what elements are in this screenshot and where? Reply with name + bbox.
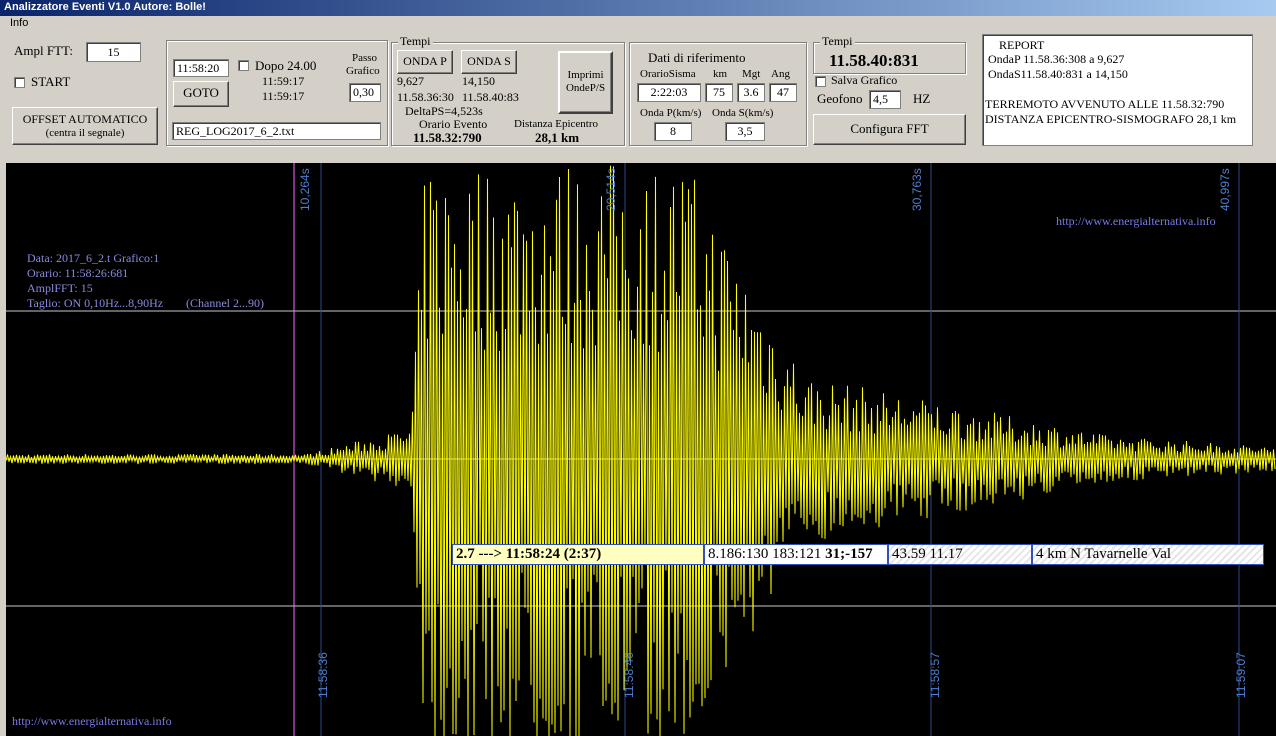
report-line4: DISTANZA EPICENTRO-SISMOGRAFO 28,1 km (985, 112, 1237, 126)
tempi-display-title: Tempi (820, 34, 855, 48)
configura-fft-button[interactable]: Configura FFT (813, 114, 966, 145)
event-latlon: 43.59 11.17 (892, 546, 963, 562)
onda-s-kms-label: Onda S(km/s) (712, 107, 774, 119)
p-value: 9,627 (397, 74, 424, 88)
dopo-label: Dopo 24.00 (255, 58, 317, 73)
mgt-input[interactable]: 3.6 (737, 83, 765, 102)
time-b: 11:59:17 (262, 89, 305, 103)
ang-input[interactable]: 47 (769, 83, 797, 102)
passo-label-2: Grafico (346, 65, 380, 77)
top-tick-4: 40,997s (1218, 168, 1232, 211)
imprimi-line2: OndeP/S (565, 82, 606, 94)
onda-p-button[interactable]: ONDA P (397, 50, 453, 74)
title-bar: Analizzatore Eventi V1.0 Autore: Bolle! (0, 0, 1276, 16)
top-tick-2: 20,514s (604, 168, 618, 211)
imprimi-line1: Imprimi (567, 69, 604, 81)
passo-input[interactable]: 0,30 (349, 83, 381, 102)
url-bottom[interactable]: http://www.energialternativa.info (12, 714, 172, 729)
start-checkbox[interactable] (14, 77, 25, 88)
col-km: km (713, 68, 728, 80)
event-coords-a: 8.186:130 183:121 (708, 546, 822, 562)
orario-evento-value: 11.58.32:790 (413, 130, 482, 145)
event-place-cell[interactable]: 4 km N Tavarnelle Val (1032, 544, 1264, 565)
orario-sisma-input[interactable]: 2:22:03 (637, 83, 701, 102)
passo-label-1: Passo (352, 52, 378, 64)
info-ampl: AmplFFT: 15 (27, 281, 93, 295)
dopo-checkbox[interactable] (238, 60, 249, 71)
info-orario: Orario: 11:58:26:681 (27, 266, 129, 280)
p-time: 11.58.36:30 (397, 90, 454, 104)
info-taglio: Taglio: ON 0,10Hz...8,90Hz (27, 296, 164, 310)
col-ang: Ang (771, 68, 790, 80)
onda-s-kms-input[interactable]: 3,5 (725, 122, 765, 141)
onda-s-button[interactable]: ONDA S (461, 50, 517, 74)
ampl-fft-input[interactable]: 15 (86, 42, 141, 62)
imprimi-button[interactable]: Imprimi OndeP/S (558, 51, 613, 114)
seismograph-plot[interactable]: 10,264s 20,514s 30,763s 40,997s 11:58:36… (6, 163, 1276, 736)
km-input[interactable]: 75 (705, 83, 733, 102)
bottom-tick-3: 11:58:57 (928, 652, 942, 698)
goto-button[interactable]: GOTO (173, 81, 229, 107)
event-mag-prefix: 2.7 ---> (456, 546, 503, 562)
col-mgt: Mgt (742, 68, 761, 80)
url-top[interactable]: http://www.energialternativa.info (1056, 214, 1216, 229)
event-coords-b: 31;-157 (825, 546, 873, 562)
riferimento-title: Dati di riferimento (648, 50, 746, 65)
report-line1: OndaP 11.58.36:308 a 9,627 (988, 52, 1125, 66)
col-orario: OrarioSisma (640, 68, 696, 80)
bottom-tick-2: 11:58:46 (622, 652, 636, 698)
file-input[interactable]: REG_LOG2017_6_2.txt (172, 122, 381, 140)
salva-grafico-checkbox[interactable] (815, 76, 826, 87)
offset-line2: (centra il segnale) (45, 127, 125, 139)
s-value: 14,150 (462, 74, 495, 88)
event-coords-cell[interactable]: 8.186:130 183:121 31;-157 (704, 544, 888, 565)
bottom-tick-1: 11:58:36 (316, 652, 330, 698)
seismograph-canvas (6, 163, 1276, 736)
report-line2: OndaS11.58.40:831 a 14,150 (988, 67, 1128, 81)
onda-p-kms-label: Onda P(km/s) (640, 107, 702, 119)
info-channel: (Channel 2...90) (186, 296, 264, 310)
top-tick-1: 10,264s (298, 168, 312, 211)
tempi-group-title: Tempi (398, 34, 433, 48)
top-tick-3: 30,763s (910, 168, 924, 211)
bottom-tick-4: 11:59:07 (1234, 652, 1248, 698)
seismic-trace (6, 165, 1276, 736)
offset-line1: OFFSET AUTOMATICO (22, 112, 148, 126)
time-input[interactable]: 11:58:20 (173, 59, 229, 77)
hz-label: HZ (913, 91, 931, 106)
menu-bar: Info (0, 16, 1276, 32)
distanza-value: 28,1 km (535, 130, 580, 145)
event-time: 11:58:24 (2:37) (505, 546, 602, 562)
salva-grafico-label: Salva Grafico (831, 73, 898, 87)
event-place: 4 km N Tavarnelle Val (1036, 546, 1172, 562)
event-latlon-cell[interactable]: 43.59 11.17 (888, 544, 1032, 565)
ampl-fft-label: Ampl FTT: (14, 43, 73, 58)
report-box: REPORT OndaP 11.58.36:308 a 9,627 OndaS1… (982, 34, 1253, 146)
s-time: 11.58.40:83 (462, 90, 519, 104)
onda-p-kms-input[interactable]: 8 (654, 122, 692, 141)
report-title: REPORT (999, 38, 1045, 52)
window-title: Analizzatore Eventi V1.0 Autore: Bolle! (4, 1, 206, 13)
start-label: START (31, 74, 71, 89)
menu-info[interactable]: Info (10, 17, 28, 29)
report-line3: TERREMOTO AVVENUTO ALLE 11.58.32:790 (985, 97, 1225, 111)
offset-automatico-button[interactable]: OFFSET AUTOMATICO (centra il segnale) (12, 107, 158, 145)
tempi-display-value: 11.58.40:831 (829, 51, 919, 70)
info-data: Data: 2017_6_2.t Grafico:1 (27, 251, 160, 265)
time-a: 11:59:17 (262, 74, 305, 88)
event-magnitude-cell[interactable]: 2.7 ---> 11:58:24 (2:37) (452, 544, 704, 565)
geofono-input[interactable]: 4,5 (869, 90, 901, 109)
geofono-label: Geofono (817, 91, 863, 106)
